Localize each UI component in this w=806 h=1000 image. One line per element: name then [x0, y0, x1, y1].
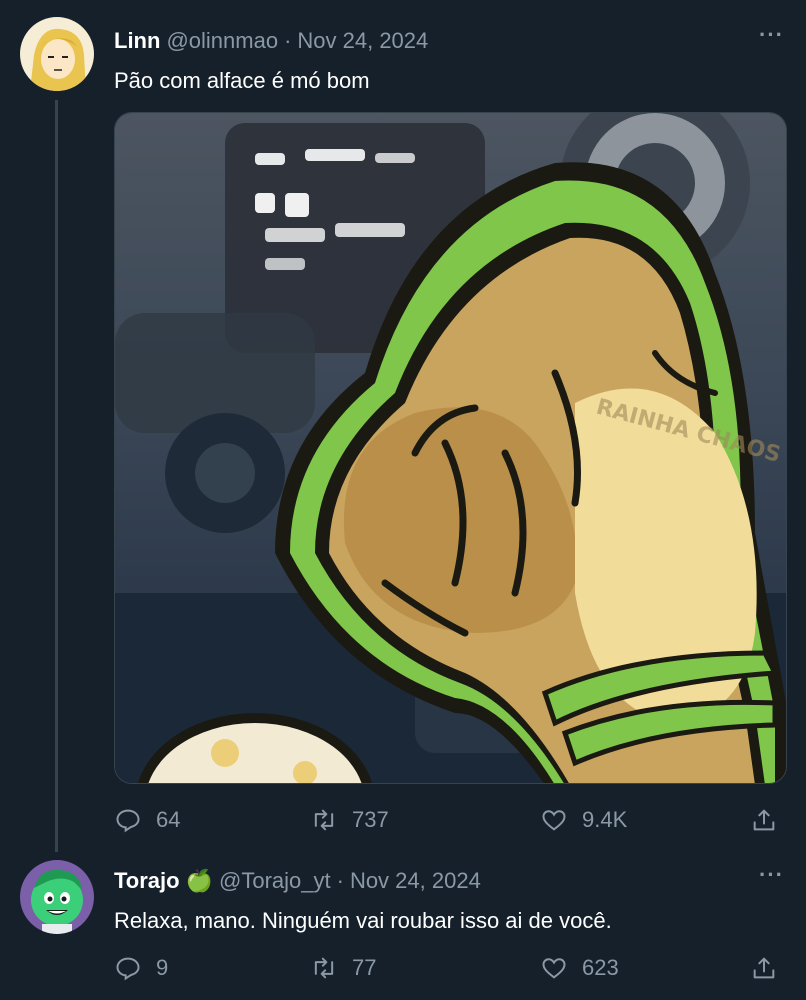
- thread-line: [55, 100, 58, 852]
- more-options-icon[interactable]: ···: [759, 862, 784, 888]
- retweet-icon: [314, 957, 334, 979]
- retweet-icon: [314, 809, 334, 831]
- reply-button[interactable]: 9: [114, 954, 168, 982]
- separator-dot: ·: [336, 868, 344, 893]
- avatar-linn[interactable]: [20, 17, 94, 91]
- author-handle[interactable]: @Torajo_yt: [219, 868, 331, 894]
- retweet-count: 737: [352, 807, 389, 832]
- like-count: 623: [582, 955, 619, 980]
- share-icon: [753, 957, 775, 979]
- like-button[interactable]: 623: [540, 954, 619, 982]
- reply-icon: [116, 809, 140, 833]
- avatar-torajo[interactable]: [20, 860, 94, 934]
- reply-icon: [116, 957, 140, 981]
- author-handle[interactable]: @olinnmao: [166, 28, 278, 54]
- tweet-date[interactable]: Nov 24, 2024: [350, 868, 481, 894]
- share-icon: [753, 809, 775, 831]
- tweet-actions: 9 77 623: [114, 954, 786, 984]
- tweet-actions: 64 737 9.4K: [114, 806, 786, 836]
- more-options-icon[interactable]: ···: [759, 22, 784, 48]
- apple-emoji-icon: 🍏: [185, 868, 213, 893]
- like-count: 9.4K: [582, 807, 628, 832]
- retweet-count: 77: [352, 955, 377, 980]
- reply-count: 9: [156, 955, 169, 980]
- tweet-text: Relaxa, mano. Ninguém vai roubar isso ai…: [114, 908, 612, 933]
- heart-icon: [542, 810, 566, 831]
- tweet-header: Linn @olinnmao · Nov 24, 2024: [114, 28, 428, 54]
- tweet-date[interactable]: Nov 24, 2024: [297, 28, 428, 54]
- author-name[interactable]: Linn: [114, 28, 160, 54]
- share-button[interactable]: [750, 806, 778, 834]
- like-button[interactable]: 9.4K: [540, 806, 627, 834]
- reply-button[interactable]: 64: [114, 806, 180, 834]
- retweet-button[interactable]: 737: [310, 806, 389, 834]
- share-button[interactable]: [750, 954, 778, 982]
- tweet-linn[interactable]: Linn @olinnmao · Nov 24, 2024 ··· Pão co…: [0, 0, 806, 852]
- tweet-text: Pão com alface é mó bom: [114, 68, 370, 93]
- author-name[interactable]: Torajo: [114, 868, 180, 894]
- tweet-header: Torajo 🍏 @Torajo_yt · Nov 24, 2024: [114, 868, 481, 894]
- separator-dot: ·: [284, 28, 292, 53]
- tweet-torajo[interactable]: Torajo 🍏 @Torajo_yt · Nov 24, 2024 ··· R…: [0, 852, 806, 1000]
- heart-icon: [542, 958, 566, 979]
- reply-count: 64: [156, 807, 181, 832]
- media-illustration: RAINHA CHAOS: [115, 113, 786, 783]
- tweet-media-image[interactable]: RAINHA CHAOS: [114, 112, 787, 784]
- retweet-button[interactable]: 77: [310, 954, 376, 982]
